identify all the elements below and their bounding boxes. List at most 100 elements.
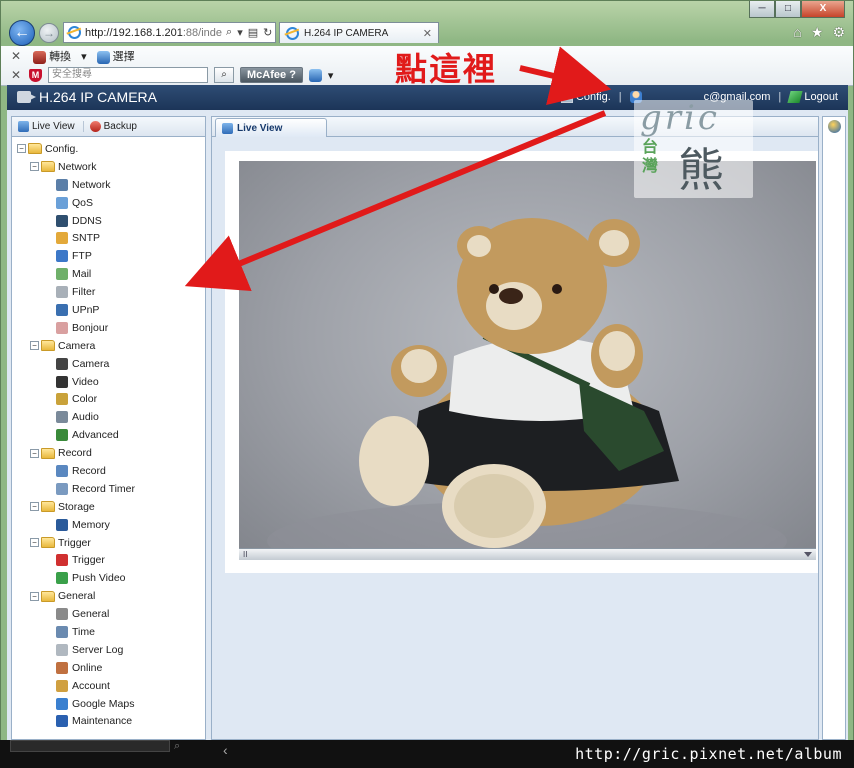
video-control-bar[interactable]: II bbox=[239, 548, 816, 560]
tree-item[interactable]: Mail bbox=[12, 265, 205, 283]
forward-button[interactable]: → bbox=[39, 23, 59, 43]
tree-item[interactable]: UPnP bbox=[12, 301, 205, 319]
tree-folder[interactable]: − Network bbox=[12, 158, 205, 176]
tree-item[interactable]: Push Video bbox=[12, 569, 205, 587]
tree-item[interactable]: DDNS bbox=[12, 212, 205, 230]
tab-live-view[interactable]: Live View bbox=[18, 121, 81, 132]
mcafee-button[interactable]: McAfee ? bbox=[240, 67, 303, 83]
address-bar[interactable]: http://192.168.1.201:88/inde ⌕ ▾ ▤ ↻ ✕ bbox=[63, 22, 276, 43]
select-button[interactable]: 選擇 bbox=[96, 48, 135, 64]
chevron-down-icon[interactable] bbox=[804, 552, 812, 557]
refresh-icon[interactable]: ↻ bbox=[263, 26, 272, 39]
live-video-feed[interactable] bbox=[239, 161, 816, 548]
online-icon bbox=[56, 661, 68, 674]
browser-right-icons: ⌂ ★ ⚙ bbox=[793, 24, 845, 41]
safe-search-input[interactable]: 安全搜尋 bbox=[48, 67, 208, 83]
tree-item-label: Record bbox=[72, 464, 106, 477]
tree-folder[interactable]: − Record bbox=[12, 444, 205, 462]
tree-item[interactable]: Online bbox=[12, 659, 205, 677]
gear-icon[interactable]: ⚙ bbox=[832, 24, 845, 41]
close-toolbar-icon[interactable]: ✕ bbox=[11, 68, 23, 82]
mcafee-label: McAfee bbox=[247, 69, 287, 81]
separator: | bbox=[618, 91, 622, 104]
sidebar-tabs: Live View Backup bbox=[12, 117, 205, 137]
mail-icon bbox=[56, 268, 68, 281]
tree-item[interactable]: General bbox=[12, 605, 205, 623]
convert-button[interactable]: 轉換 bbox=[33, 48, 71, 64]
tree-item[interactable]: Audio bbox=[12, 408, 205, 426]
logout-link[interactable]: Logout bbox=[787, 91, 838, 104]
home-icon[interactable]: ⌂ bbox=[793, 24, 801, 41]
search-button[interactable]: ⌕ bbox=[214, 67, 234, 83]
tree-item[interactable]: Advanced bbox=[12, 426, 205, 444]
collapse-icon[interactable]: − bbox=[30, 502, 39, 512]
search-icon: ⌕ bbox=[221, 69, 227, 80]
compat-view-icon[interactable]: ▤ bbox=[248, 26, 258, 39]
tree-item-label: QoS bbox=[72, 196, 94, 209]
collapse-icon[interactable]: − bbox=[30, 341, 39, 351]
collapse-icon[interactable]: − bbox=[17, 144, 26, 154]
dropdown-icon[interactable]: ▾ bbox=[237, 26, 243, 39]
record-icon bbox=[56, 464, 68, 477]
tab-live-view-main[interactable]: Live View bbox=[215, 118, 327, 137]
collapse-icon[interactable]: − bbox=[30, 538, 39, 548]
tree-item[interactable]: FTP bbox=[12, 247, 205, 265]
advanced-icon bbox=[56, 429, 68, 442]
globe-icon[interactable] bbox=[828, 120, 841, 133]
maximize-button[interactable]: □ bbox=[775, 1, 801, 18]
tree-folder[interactable]: − Storage bbox=[12, 498, 205, 516]
search-icon[interactable]: ⌕ bbox=[226, 26, 232, 39]
tree-item-label: Trigger bbox=[72, 554, 105, 567]
collapse-icon[interactable]: − bbox=[30, 448, 39, 458]
tree-item-label: Camera bbox=[58, 339, 96, 352]
extension-icon[interactable] bbox=[308, 68, 322, 82]
browser-tab[interactable]: H.264 IP CAMERA ✕ bbox=[279, 22, 439, 43]
tree-item[interactable]: Server Log bbox=[12, 641, 205, 659]
tree-folder[interactable]: − Config. bbox=[12, 140, 205, 158]
tree-item[interactable]: Time bbox=[12, 623, 205, 641]
tree-folder[interactable]: − General bbox=[12, 587, 205, 605]
tree-item[interactable]: Memory bbox=[12, 516, 205, 534]
network-icon bbox=[56, 178, 68, 191]
collapse-icon[interactable]: − bbox=[30, 162, 39, 172]
tree-item-label: Bonjour bbox=[72, 321, 109, 334]
close-tab-icon[interactable]: ✕ bbox=[423, 27, 432, 40]
pause-icon[interactable]: II bbox=[243, 550, 247, 559]
tree-item[interactable]: Trigger bbox=[12, 551, 205, 569]
tree-item[interactable]: Record Timer bbox=[12, 480, 205, 498]
extension-dropdown-icon[interactable]: ▾ bbox=[328, 69, 334, 82]
tree-folder[interactable]: − Trigger bbox=[12, 534, 205, 552]
camera-logo-icon bbox=[17, 91, 36, 103]
tree-item[interactable]: Account bbox=[12, 677, 205, 695]
minimize-button[interactable]: ─ bbox=[749, 1, 775, 18]
config-link[interactable]: Config. bbox=[560, 91, 611, 104]
tree-item[interactable]: Filter bbox=[12, 283, 205, 301]
close-window-button[interactable]: X bbox=[801, 1, 845, 18]
click-here-annotation: 點這裡 bbox=[395, 50, 498, 88]
collapse-icon[interactable]: − bbox=[30, 591, 39, 601]
convert-dropdown-icon[interactable]: ▾ bbox=[81, 50, 87, 63]
bottom-search-input[interactable] bbox=[10, 740, 170, 752]
favorites-star-icon[interactable]: ★ bbox=[811, 24, 824, 41]
tree-item[interactable]: Camera bbox=[12, 355, 205, 373]
tree-item[interactable]: Color bbox=[12, 390, 205, 408]
tree-item[interactable]: Google Maps bbox=[12, 695, 205, 713]
camera-icon bbox=[56, 357, 68, 370]
tree-item[interactable]: Record bbox=[12, 462, 205, 480]
config-tree: − Config. − Network Network QoS DDNS SNTP FTP Mai… bbox=[12, 137, 205, 730]
search-icon[interactable]: ⌕ bbox=[174, 740, 180, 753]
tree-folder[interactable]: − Camera bbox=[12, 337, 205, 355]
chevron-left-icon[interactable]: ‹ bbox=[223, 742, 228, 758]
tree-item[interactable]: SNTP bbox=[12, 229, 205, 247]
tab-backup[interactable]: Backup bbox=[82, 121, 143, 132]
close-toolbar-icon[interactable]: ✕ bbox=[11, 49, 23, 63]
tree-item[interactable]: Network bbox=[12, 176, 205, 194]
tree-item[interactable]: QoS bbox=[12, 194, 205, 212]
tab-title: H.264 IP CAMERA bbox=[304, 27, 389, 39]
back-button[interactable]: ← bbox=[9, 20, 35, 46]
watermark-big-char: 熊 bbox=[678, 143, 724, 197]
tree-item[interactable]: Video bbox=[12, 373, 205, 391]
tree-item[interactable]: Bonjour bbox=[12, 319, 205, 337]
tree-item[interactable]: Maintenance bbox=[12, 713, 205, 731]
separator: | bbox=[778, 91, 782, 104]
